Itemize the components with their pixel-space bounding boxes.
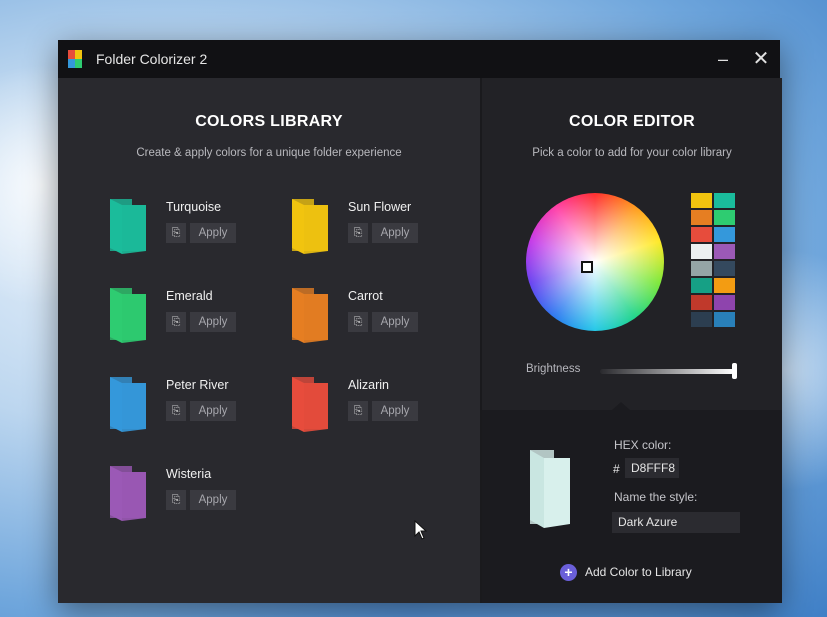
color-item-name: Wisteria <box>166 467 212 481</box>
color-item[interactable]: Wisteria ⎘ Apply <box>108 460 258 530</box>
brightness-slider-thumb[interactable] <box>732 363 737 379</box>
library-title: COLORS LIBRARY <box>195 113 343 130</box>
color-item-name: Peter River <box>166 378 229 392</box>
copy-icon[interactable]: ⎘ <box>348 223 368 243</box>
color-swatch[interactable] <box>691 244 712 259</box>
color-swatch[interactable] <box>714 244 735 259</box>
color-swatch[interactable] <box>714 278 735 293</box>
color-item-name: Alizarin <box>348 378 389 392</box>
color-swatch[interactable] <box>714 193 735 208</box>
apply-button[interactable]: Apply <box>190 490 236 510</box>
mouse-cursor-icon <box>414 520 428 540</box>
apply-button[interactable]: Apply <box>190 312 236 332</box>
color-swatch[interactable] <box>691 295 712 310</box>
color-swatch[interactable] <box>714 312 735 327</box>
brightness-label: Brightness <box>526 363 581 375</box>
apply-button[interactable]: Apply <box>372 401 418 421</box>
folder-icon <box>110 466 146 521</box>
style-name-label: Name the style: <box>614 490 698 504</box>
copy-icon[interactable]: ⎘ <box>166 490 186 510</box>
color-swatch[interactable] <box>691 312 712 327</box>
color-item[interactable]: Carrot ⎘ Apply <box>290 282 440 352</box>
color-wheel-picker[interactable] <box>581 261 593 273</box>
minimize-button[interactable]: – <box>710 46 736 72</box>
section-pointer <box>612 402 630 410</box>
app-logo-icon <box>68 50 82 68</box>
color-swatch[interactable] <box>714 227 735 242</box>
color-item-name: Emerald <box>166 289 213 303</box>
folder-icon <box>292 288 328 343</box>
plus-icon: + <box>560 564 577 581</box>
color-swatch[interactable] <box>691 227 712 242</box>
library-subtitle: Create & apply colors for a unique folde… <box>136 147 402 159</box>
color-item-name: Turquoise <box>166 200 222 214</box>
copy-icon[interactable]: ⎘ <box>166 312 186 332</box>
copy-icon[interactable]: ⎘ <box>166 223 186 243</box>
brightness-slider[interactable] <box>600 369 734 374</box>
app-window: Folder Colorizer 2 – ✕ COLORS LIBRARY Cr… <box>58 40 782 603</box>
color-swatch[interactable] <box>714 295 735 310</box>
color-item-name: Carrot <box>348 289 383 303</box>
color-item[interactable]: Peter River ⎘ Apply <box>108 371 258 441</box>
add-color-label: Add Color to Library <box>585 565 692 579</box>
apply-button[interactable]: Apply <box>190 401 236 421</box>
style-editor-section: HEX color: # D8FFF8 Name the style: Dark… <box>482 402 782 603</box>
folder-icon <box>110 377 146 432</box>
editor-title: COLOR EDITOR <box>569 113 695 130</box>
color-item[interactable]: Turquoise ⎘ Apply <box>108 193 258 263</box>
editor-subtitle: Pick a color to add for your color libra… <box>532 147 732 159</box>
color-swatch[interactable] <box>691 261 712 276</box>
color-swatch[interactable] <box>691 193 712 208</box>
window-title: Folder Colorizer 2 <box>96 51 208 67</box>
folder-icon <box>292 377 328 432</box>
folder-icon <box>110 199 146 254</box>
folder-preview-icon <box>530 450 570 528</box>
color-item[interactable]: Sun Flower ⎘ Apply <box>290 193 440 263</box>
folder-icon <box>110 288 146 343</box>
copy-icon[interactable]: ⎘ <box>348 401 368 421</box>
close-button[interactable]: ✕ <box>748 46 774 72</box>
color-item[interactable]: Emerald ⎘ Apply <box>108 282 258 352</box>
hex-color-label: HEX color: <box>614 438 672 452</box>
color-swatch[interactable] <box>714 261 735 276</box>
color-item[interactable]: Alizarin ⎘ Apply <box>290 371 440 441</box>
color-swatch[interactable] <box>691 210 712 225</box>
title-bar: Folder Colorizer 2 – ✕ <box>58 40 780 78</box>
apply-button[interactable]: Apply <box>190 223 236 243</box>
color-editor-panel: COLOR EDITOR Pick a color to add for you… <box>480 78 782 603</box>
copy-icon[interactable]: ⎘ <box>166 401 186 421</box>
style-name-input[interactable]: Dark Azure <box>612 512 740 533</box>
hex-hash: # <box>613 462 620 476</box>
color-item-name: Sun Flower <box>348 200 412 214</box>
color-wheel[interactable] <box>526 193 664 331</box>
copy-icon[interactable]: ⎘ <box>348 312 368 332</box>
color-swatch[interactable] <box>714 210 735 225</box>
color-swatch[interactable] <box>691 278 712 293</box>
folder-icon <box>292 199 328 254</box>
apply-button[interactable]: Apply <box>372 312 418 332</box>
hex-color-input[interactable]: D8FFF8 <box>625 458 679 478</box>
apply-button[interactable]: Apply <box>372 223 418 243</box>
